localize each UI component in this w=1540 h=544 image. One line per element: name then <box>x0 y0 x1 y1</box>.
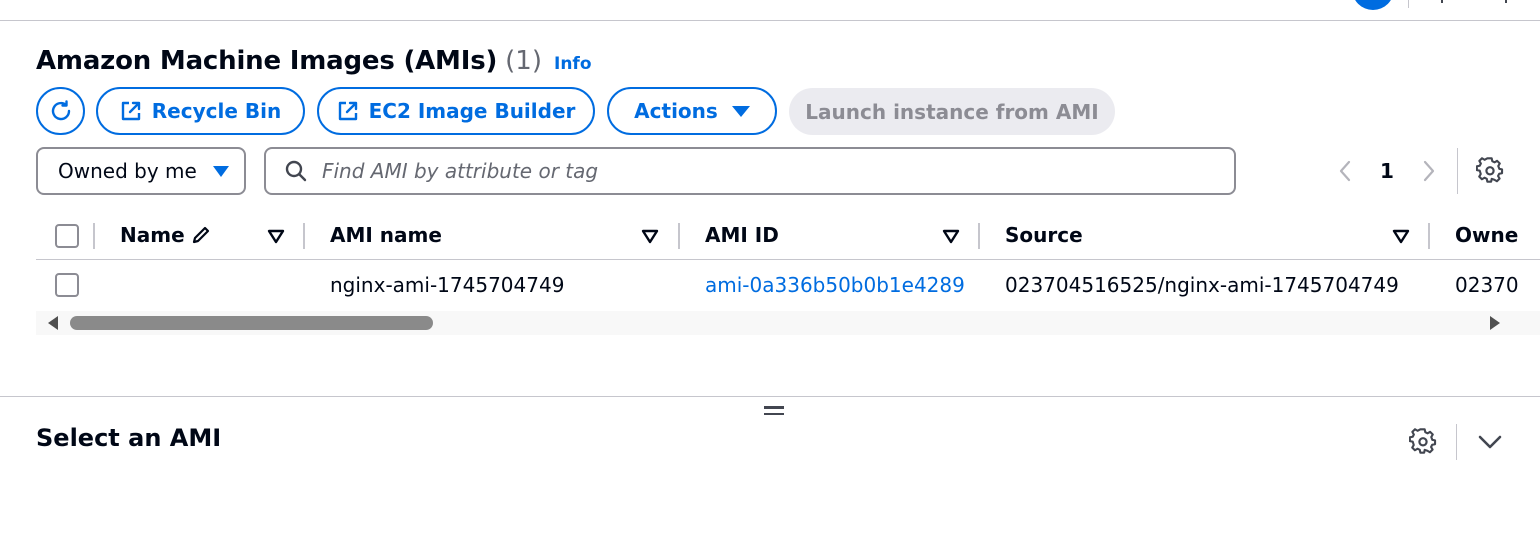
sort-icon[interactable] <box>641 227 659 245</box>
current-page-number[interactable]: 1 <box>1376 158 1398 184</box>
column-header-source[interactable]: Source <box>1005 211 1083 259</box>
page-title: Amazon Machine Images (AMIs) <box>36 46 498 76</box>
column-header-name[interactable]: Name <box>120 211 212 259</box>
search-icon <box>285 160 307 182</box>
caret-down-icon <box>212 165 229 177</box>
sort-icon[interactable] <box>267 227 285 245</box>
column-divider[interactable] <box>303 223 305 249</box>
column-label-name: Name <box>120 223 185 247</box>
user-avatar[interactable] <box>1352 0 1394 10</box>
cell-ami-name: nginx-ami-1745704749 <box>330 273 565 297</box>
sort-icon[interactable] <box>1392 227 1410 245</box>
search-field[interactable] <box>264 147 1236 195</box>
external-link-icon <box>338 101 357 121</box>
page-header: Amazon Machine Images (AMIs) (1) Info <box>36 46 592 82</box>
ami-count: (1) <box>505 46 542 76</box>
actions-label: Actions <box>634 99 718 123</box>
recycle-bin-button[interactable]: Recycle Bin <box>96 87 305 135</box>
select-all-checkbox[interactable] <box>55 224 79 248</box>
column-divider[interactable] <box>678 223 680 249</box>
details-panel-title: Select an AMI <box>36 424 222 452</box>
cell-owner: 02370 <box>1455 273 1519 297</box>
info-link[interactable]: Info <box>554 54 592 74</box>
column-header-owner[interactable]: Owne <box>1455 211 1518 259</box>
search-input[interactable] <box>322 159 1182 183</box>
resize-handle-icon[interactable] <box>764 406 784 418</box>
row-checkbox[interactable] <box>55 273 79 297</box>
ec2-image-builder-label: EC2 Image Builder <box>368 99 576 123</box>
pencil-icon <box>192 226 209 244</box>
topbar-divider <box>1408 0 1409 8</box>
column-header-ami-id[interactable]: AMI ID <box>705 211 779 259</box>
scroll-left-arrow-icon[interactable] <box>48 316 58 330</box>
column-divider[interactable] <box>1428 223 1430 249</box>
settings-gear-icon[interactable] <box>1476 157 1504 185</box>
scroll-right-arrow-icon[interactable] <box>1490 316 1500 330</box>
recycle-bin-label: Recycle Bin <box>151 99 282 123</box>
scrollbar-thumb[interactable] <box>70 316 433 330</box>
topbar-icon[interactable] <box>1441 0 1443 3</box>
column-label-ami-name: AMI name <box>330 223 442 247</box>
table-header-row: Name AMI name AMI ID Source Owne <box>36 211 1540 260</box>
previous-page-button[interactable] <box>1334 158 1356 184</box>
actions-dropdown-button[interactable]: Actions <box>607 87 777 135</box>
sort-icon[interactable] <box>942 227 960 245</box>
cell-source: 023704516525/nginx-ami-1745704749 <box>1005 273 1399 297</box>
cell-ami-id-link[interactable]: ami-0a336b50b0b1e4289 <box>705 260 965 310</box>
column-label-ami-id: AMI ID <box>705 223 779 247</box>
panel-divider <box>1456 424 1457 460</box>
column-header-ami-name[interactable]: AMI name <box>330 211 442 259</box>
chevron-left-icon <box>1339 160 1351 182</box>
owner-filter-value: Owned by me <box>58 159 197 183</box>
refresh-button[interactable] <box>36 87 85 135</box>
settings-gear-icon[interactable] <box>1409 428 1437 456</box>
topbar-icon[interactable] <box>1505 0 1507 3</box>
horizontal-scrollbar[interactable] <box>36 311 1540 335</box>
ec2-image-builder-button[interactable]: EC2 Image Builder <box>317 87 595 135</box>
owner-filter-select[interactable]: Owned by me <box>36 147 246 195</box>
caret-down-icon <box>731 105 750 117</box>
top-navigation-bar <box>0 0 1540 21</box>
column-label-owner: Owne <box>1455 223 1519 247</box>
refresh-icon <box>51 100 70 121</box>
chevron-down-icon[interactable] <box>1477 431 1503 453</box>
external-link-icon <box>121 101 140 121</box>
column-divider <box>93 223 95 249</box>
split-panel-divider <box>0 396 1540 397</box>
table-row[interactable]: nginx-ami-1745704749 ami-0a336b50b0b1e42… <box>36 260 1540 310</box>
column-label-source: Source <box>1005 223 1083 247</box>
ami-table: Name AMI name AMI ID Source Owne nginx-a… <box>36 211 1540 335</box>
toolbar-divider <box>1457 148 1458 194</box>
column-divider[interactable] <box>978 223 980 249</box>
chevron-right-icon <box>1423 160 1435 182</box>
launch-instance-label: Launch instance from AMI <box>805 99 1099 124</box>
next-page-button[interactable] <box>1418 158 1440 184</box>
launch-instance-button[interactable]: Launch instance from AMI <box>789 88 1115 135</box>
